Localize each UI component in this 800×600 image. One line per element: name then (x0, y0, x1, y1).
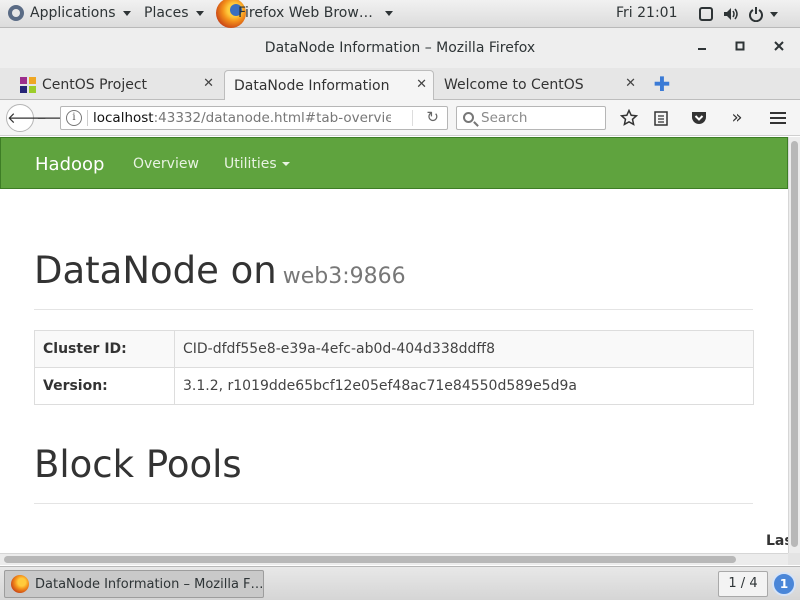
navigation-toolbar: 🡐 🡒 i localhost:43332/datanode.html#tab-… (0, 100, 800, 136)
nav-overview-link[interactable]: Overview (133, 156, 199, 172)
truncated-text: Las (766, 533, 788, 549)
workspace-indicator[interactable]: 1 / 4 (718, 571, 768, 597)
close-window-button[interactable] (769, 38, 789, 58)
screen-icon (699, 7, 713, 21)
url-divider (87, 110, 88, 126)
vertical-scrollbar[interactable] (788, 137, 800, 553)
close-icon (774, 41, 784, 51)
pocket-icon (692, 112, 706, 124)
tab-centos-project[interactable]: CentOS Project ✕ (20, 70, 220, 100)
chevron-down-icon (384, 10, 393, 16)
hadoop-brand[interactable]: Hadoop (35, 154, 104, 175)
taskbar: DataNode Information – Mozilla F… 1 / 4 … (0, 566, 800, 600)
back-button[interactable]: 🡐 (6, 104, 47, 132)
centos-icon (20, 77, 36, 93)
url-bar[interactable]: i localhost:43332/datanode.html#tab-over… (60, 106, 448, 130)
notification-badge[interactable]: 1 (772, 572, 796, 596)
reload-icon[interactable]: ↻ (426, 108, 439, 126)
close-tab-icon[interactable]: ✕ (203, 76, 214, 91)
version-label: Version: (34, 367, 175, 405)
divider (34, 309, 753, 310)
datanode-info-table: Cluster ID: CID-dfdf55e8-e39a-4efc-ab0d-… (34, 330, 754, 405)
forward-button[interactable]: 🡒 (36, 106, 76, 130)
gnome-foot-icon (8, 5, 24, 21)
hadoop-navbar: Hadoop Overview Utilities (0, 137, 788, 189)
double-chevron-icon: » (731, 107, 743, 128)
firefox-icon (11, 575, 29, 593)
search-input[interactable]: Search (456, 106, 606, 130)
caret-down-icon (281, 162, 290, 166)
active-app-label: Firefox Web Brow… (238, 5, 373, 21)
nav-utilities-dropdown[interactable]: Utilities (224, 156, 290, 172)
search-placeholder: Search (481, 110, 528, 126)
nav-utilities-label: Utilities (224, 156, 277, 172)
url-path: :43332/datanode.html#tab-overview (153, 110, 391, 126)
tab-datanode-information[interactable]: DataNode Information ✕ (224, 70, 434, 100)
active-app-menu[interactable]: Firefox Web Brow… (238, 5, 393, 21)
applications-menu[interactable]: Applications (8, 5, 131, 21)
hamburger-icon (770, 112, 786, 124)
clock[interactable]: Fri 21:01 (616, 5, 677, 21)
block-pools-heading: Block Pools (34, 443, 242, 486)
tab-label: DataNode Information (234, 77, 390, 94)
plus-icon: ✚ (653, 72, 671, 96)
bookmark-star-button[interactable] (618, 106, 640, 130)
volume-icon (724, 8, 738, 20)
url-text[interactable]: localhost:43332/datanode.html#tab-overvi… (93, 110, 391, 126)
table-row: Cluster ID: CID-dfdf55e8-e39a-4efc-ab0d-… (34, 330, 754, 368)
cluster-id-label: Cluster ID: (34, 330, 175, 368)
cluster-id-value: CID-dfdf55e8-e39a-4efc-ab0d-404d338ddff8 (174, 330, 754, 368)
minimize-icon (698, 48, 706, 50)
window-title: DataNode Information – Mozilla Firefox (264, 40, 536, 56)
scrollbar-thumb[interactable] (4, 556, 736, 563)
tab-strip: CentOS Project ✕ DataNode Information ✕ … (0, 68, 800, 100)
hamburger-menu-button[interactable] (766, 106, 790, 130)
page-title-text: DataNode on (34, 249, 277, 292)
divider (34, 503, 753, 504)
system-status-area[interactable] (698, 6, 778, 22)
page-content: Hadoop Overview Utilities DataNode on web… (0, 137, 788, 553)
table-row: Version: 3.1.2, r1019dde65bcf12e05ef48ac… (34, 367, 754, 405)
places-label: Places (144, 5, 189, 21)
gnome-top-bar: Applications Places Firefox Web Brow… Fr… (0, 0, 800, 28)
window-title-bar[interactable]: DataNode Information – Mozilla Firefox (0, 28, 800, 68)
star-icon (619, 108, 639, 126)
scrollbar-thumb[interactable] (791, 141, 798, 547)
maximize-icon (735, 41, 745, 51)
close-tab-icon[interactable]: ✕ (625, 76, 636, 91)
pocket-button[interactable] (688, 106, 710, 130)
page-title: DataNode on web3:9866 (34, 249, 406, 292)
taskbar-item-label: DataNode Information – Mozilla F… (35, 576, 263, 592)
clipboard-icon (654, 111, 668, 126)
chevron-down-icon (122, 10, 131, 16)
close-tab-icon[interactable]: ✕ (416, 77, 427, 92)
maximize-button[interactable] (730, 38, 750, 58)
overflow-menu-button[interactable]: » (726, 106, 748, 130)
scrollbar-corner (788, 553, 800, 565)
horizontal-scrollbar[interactable] (0, 553, 788, 565)
taskbar-window-item[interactable]: DataNode Information – Mozilla F… (4, 570, 264, 598)
tab-welcome-to-centos[interactable]: Welcome to CentOS ✕ (438, 70, 642, 100)
url-divider (412, 110, 413, 126)
power-icon (749, 7, 763, 22)
info-icon[interactable]: i (66, 110, 82, 126)
tab-label: Welcome to CentOS (444, 77, 584, 93)
version-value: 3.1.2, r1019dde65bcf12e05ef48ac71e84550d… (174, 367, 754, 405)
chevron-down-icon (195, 10, 204, 16)
minimize-button[interactable] (692, 38, 712, 58)
clock-label: Fri 21:01 (616, 5, 678, 21)
chevron-down-icon (770, 11, 778, 17)
places-menu[interactable]: Places (144, 5, 204, 21)
new-tab-button[interactable]: ✚ (650, 72, 674, 96)
datanode-host: web3:9866 (282, 264, 406, 289)
applications-label: Applications (30, 5, 116, 21)
tab-label: CentOS Project (42, 77, 148, 93)
url-host: localhost (93, 110, 154, 126)
search-icon (463, 112, 474, 123)
reading-list-button[interactable] (650, 106, 672, 130)
